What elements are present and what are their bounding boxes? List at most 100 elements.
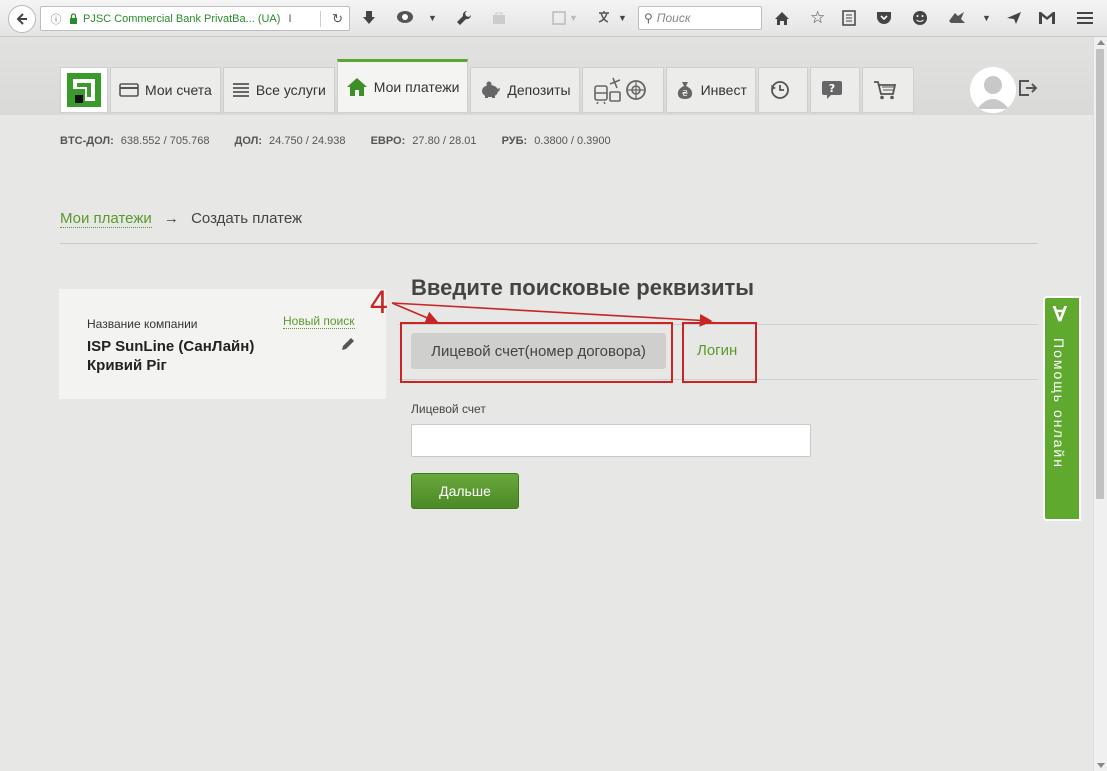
annotation-box-login [682, 322, 757, 383]
tab-help[interactable]: ? [809, 67, 860, 113]
svg-text:?: ? [829, 82, 835, 95]
pencil-icon[interactable] [341, 337, 355, 356]
smiley-icon[interactable] [912, 8, 928, 28]
annotation-box-account [400, 322, 673, 383]
pocket-icon[interactable] [876, 8, 892, 28]
company-name: ISP SunLine (СанЛайн) Кривий Ріг [87, 338, 255, 374]
bookmark-star-icon[interactable]: ☆ [810, 8, 825, 28]
info-icon[interactable]: ⓘ [49, 11, 63, 27]
tab-my-accounts[interactable]: Мои счета [110, 67, 221, 113]
logo-icon [67, 73, 101, 107]
rate-value: 638.552 / 705.768 [120, 135, 210, 147]
card-icon [119, 83, 139, 97]
translate-icon[interactable] [597, 8, 615, 28]
extension-icon[interactable] [948, 8, 966, 28]
form-title: Введите поисковые реквизиты [411, 275, 755, 300]
exchange-rates: BTC-ДОЛ: 638.552 / 705.768 ДОЛ: 24.750 / 2… [60, 135, 633, 147]
annotation-arrows [391, 302, 713, 327]
list-icon [232, 82, 250, 98]
chevron-down-icon: ▼ [569, 13, 578, 23]
rate-label: РУБ: [501, 135, 528, 147]
tab-label: Мои счета [145, 82, 212, 98]
chevron-down-icon[interactable]: ▼ [982, 8, 991, 28]
help-online-tab[interactable]: ∀ Помощь онлайн [1043, 296, 1081, 521]
account-field-label: Лицевой счет [411, 402, 486, 416]
tab-cart[interactable] [861, 67, 914, 113]
rate-label: ДОЛ: [234, 135, 263, 147]
money-bag-icon: ₴ [675, 80, 695, 100]
user-icon [970, 67, 1016, 113]
breadcrumb: Мои платежи → Создать платеж [60, 210, 303, 228]
tab-travel[interactable] [581, 67, 664, 113]
url-separator [320, 11, 321, 27]
tab-label: Инвест [700, 82, 747, 98]
scroll-thumb[interactable] [1096, 49, 1104, 499]
reading-list-icon[interactable] [842, 8, 856, 28]
home-icon [346, 77, 368, 97]
browser-search-input[interactable]: ⚲ Поиск [638, 6, 762, 30]
header: Мои счета Все услуги Мои платежи Депозит… [0, 37, 1093, 115]
download-icon[interactable] [362, 8, 376, 28]
tab-all-services[interactable]: Все услуги [222, 67, 335, 113]
back-button[interactable] [8, 5, 36, 33]
chevron-down-icon[interactable]: ▼ [618, 8, 627, 28]
chat-bubble-icon[interactable] [396, 8, 414, 28]
chevron-down-icon[interactable]: ▼ [428, 8, 437, 28]
search-placeholder: Поиск [656, 11, 691, 25]
rate-label: BTC-ДОЛ: [60, 135, 114, 147]
site-identity[interactable]: PJSC Commercial Bank PrivatBa... (UA) [83, 13, 280, 25]
lock-icon [70, 13, 77, 24]
menu-icon[interactable] [1076, 8, 1094, 28]
help-online-label: Помощь онлайн [1051, 338, 1067, 469]
tab-my-payments[interactable]: Мои платежи [336, 59, 469, 113]
transport-icon [593, 76, 647, 104]
search-icon: ⚲ [644, 11, 653, 25]
browser-toolbar: ⓘ PJSC Commercial Bank PrivatBa... (UA) … [0, 0, 1107, 37]
home-icon[interactable] [774, 8, 790, 28]
logout-icon[interactable] [1018, 79, 1038, 102]
scrollbar[interactable] [1093, 37, 1107, 771]
rate-value: 27.80 / 28.01 [412, 135, 477, 147]
avatar[interactable] [970, 67, 1016, 113]
svg-text:₴: ₴ [682, 89, 688, 98]
rate-value: 24.750 / 24.938 [269, 135, 346, 147]
reload-icon[interactable]: ↻ [332, 11, 343, 27]
tab-label: Депозиты [507, 82, 571, 98]
cart-icon [873, 80, 897, 100]
tab-invest[interactable]: ₴ Инвест [665, 67, 756, 113]
breadcrumb-current: Создать платеж [191, 210, 303, 227]
rate-value: 0.3800 / 0.3900 [534, 135, 611, 147]
main-nav: Мои счета Все услуги Мои платежи Депозит… [60, 59, 916, 113]
company-card: Название компании Новый поиск ISP SunLin… [59, 289, 386, 399]
scroll-up-arrow[interactable] [1097, 40, 1105, 45]
help-symbol: ∀ [1053, 304, 1067, 326]
page: Мои счета Все услуги Мои платежи Депозит… [0, 37, 1093, 771]
tab-label: Мои платежи [373, 79, 460, 95]
new-search-link[interactable]: Новый поиск [283, 314, 355, 329]
tab-label: Все услуги [255, 82, 326, 98]
screenshot-icon [552, 8, 568, 28]
annotation-number: 4 [370, 284, 388, 320]
annotation-arrow-account [391, 302, 439, 324]
rate-label: ЕВРО: [370, 135, 406, 147]
next-button[interactable]: Дальше [411, 473, 519, 509]
history-icon [769, 79, 791, 101]
send-icon[interactable] [1006, 8, 1022, 28]
annotation-arrow-login [391, 302, 713, 327]
back-arrow-icon [16, 13, 27, 25]
breadcrumb-link-my-payments[interactable]: Мои платежи [60, 210, 152, 228]
account-input[interactable] [411, 424, 811, 457]
url-text[interactable]: I [288, 13, 291, 25]
tab-history[interactable] [757, 67, 808, 113]
gmail-icon[interactable] [1038, 8, 1056, 28]
bag-icon [492, 8, 506, 28]
address-bar[interactable]: ⓘ PJSC Commercial Bank PrivatBa... (UA) … [40, 6, 350, 31]
piggy-bank-icon [479, 81, 501, 99]
wrench-icon[interactable] [456, 8, 472, 28]
tab-deposits[interactable]: Депозиты [470, 67, 580, 113]
company-label: Название компании [87, 317, 198, 331]
breadcrumb-arrow: → [163, 210, 179, 227]
scroll-down-arrow[interactable] [1097, 763, 1105, 768]
privatbank-logo[interactable] [60, 67, 108, 113]
help-icon: ? [821, 80, 843, 100]
